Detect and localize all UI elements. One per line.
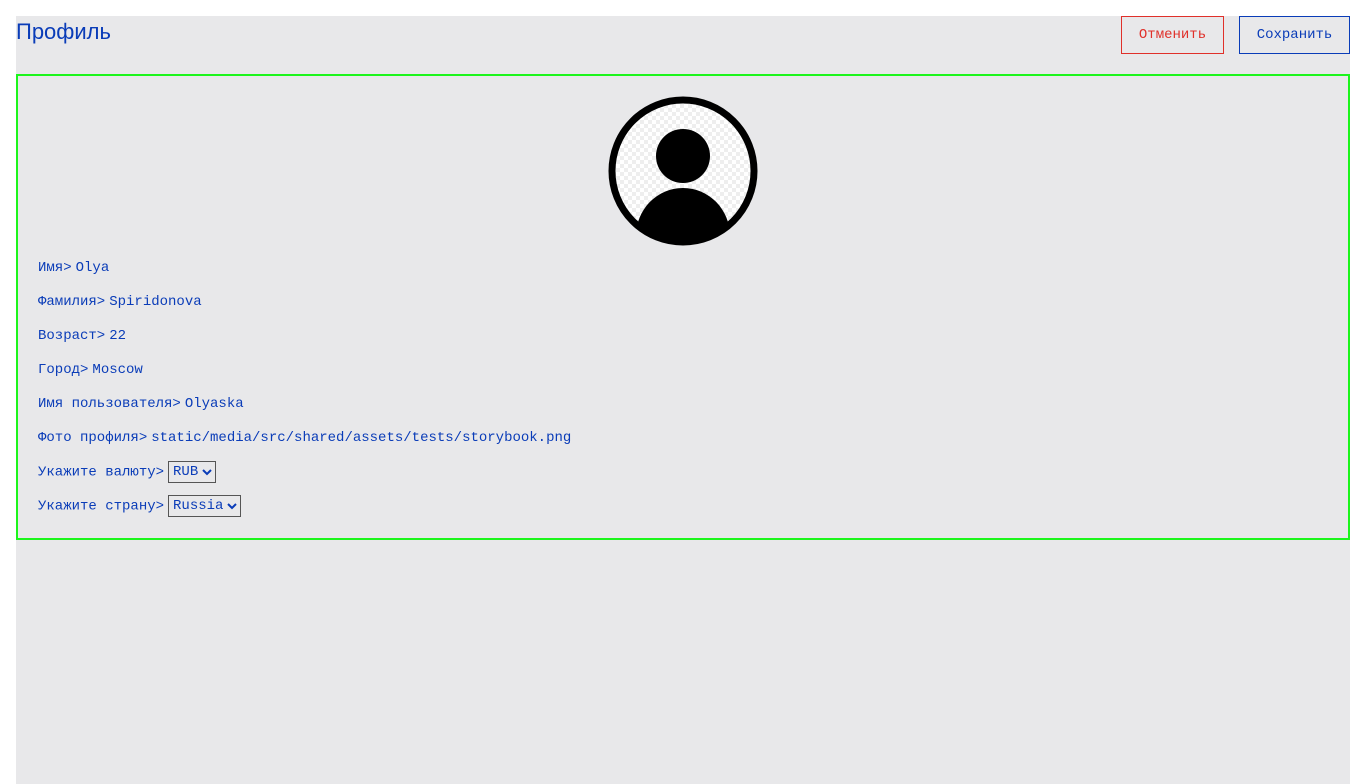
profile-page: Профиль Отменить Сохранить Имя> Olya Фам…	[16, 16, 1350, 784]
avatar-path-label: Фото профиля>	[38, 430, 148, 446]
country-label: Укажите страну>	[38, 498, 165, 515]
first-name-value: Olya	[75, 260, 110, 276]
first-name-label: Имя>	[38, 260, 72, 276]
country-row: Укажите страну> Russia	[38, 495, 242, 517]
first-name-row: Имя> Olya	[38, 257, 109, 279]
username-value: Olyaska	[184, 396, 244, 412]
age-value: 22	[109, 328, 127, 344]
currency-select[interactable]: RUB	[168, 461, 217, 483]
profile-card: Имя> Olya Фамилия> Spiridonova Возраст> 22 …	[16, 74, 1350, 540]
last-name-label: Фамилия>	[38, 294, 106, 310]
page-title: Профиль	[16, 19, 111, 44]
avatar-path-value: static/media/src/shared/assets/tests/sto…	[151, 430, 572, 446]
city-value: Moscow	[92, 362, 143, 378]
age-label: Возраст>	[38, 328, 106, 344]
save-button[interactable]: Сохранить	[1239, 16, 1350, 54]
city-label: Город>	[38, 362, 89, 378]
last-name-value: Spiridonova	[109, 294, 202, 310]
username-row: Имя пользователя> Olyaska	[38, 393, 244, 415]
city-row: Город> Moscow	[38, 359, 143, 381]
user-avatar-icon	[608, 96, 758, 246]
country-select[interactable]: Russia	[168, 495, 242, 517]
cancel-button[interactable]: Отменить	[1121, 16, 1224, 54]
avatar-path-row: Фото профиля> static/media/src/shared/ass…	[38, 427, 571, 449]
last-name-row: Фамилия> Spiridonova	[38, 291, 202, 313]
currency-label: Укажите валюту>	[38, 464, 165, 481]
username-label: Имя пользователя>	[38, 396, 181, 412]
currency-row: Укажите валюту> RUB	[38, 461, 217, 483]
age-row: Возраст> 22	[38, 325, 126, 347]
